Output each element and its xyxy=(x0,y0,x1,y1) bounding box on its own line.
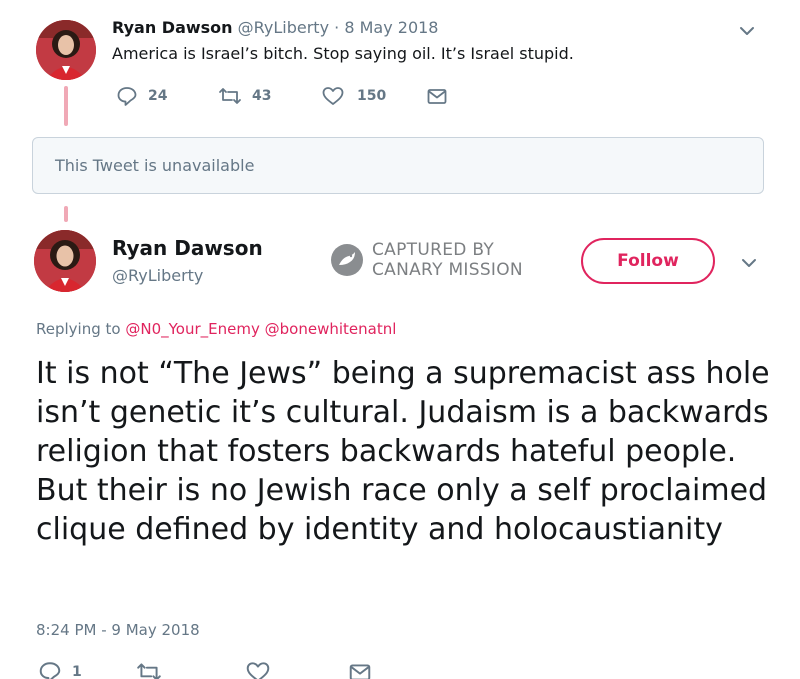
dm-button[interactable] xyxy=(348,660,372,679)
replying-to: Replying to @N0_Your_Enemy @bonewhitenat… xyxy=(36,320,396,338)
like-count: 150 xyxy=(357,88,387,104)
mention-link[interactable]: @N0_Your_Enemy xyxy=(125,320,260,338)
dm-button[interactable] xyxy=(426,84,448,108)
retweet-button[interactable] xyxy=(136,660,162,679)
reply-count: 1 xyxy=(72,664,82,679)
like-icon xyxy=(322,87,344,105)
chevron-down-icon[interactable] xyxy=(738,252,760,274)
chevron-down-icon[interactable] xyxy=(736,20,758,42)
unavailable-text: This Tweet is unavailable xyxy=(55,156,255,175)
canary-logo-icon xyxy=(331,244,363,276)
tweet-header: Ryan Dawson @RyLiberty · 8 May 2018 xyxy=(112,18,438,37)
separator: · xyxy=(334,18,340,37)
like-icon xyxy=(246,662,270,679)
follow-button[interactable]: Follow xyxy=(581,238,715,284)
dm-icon xyxy=(427,89,447,104)
dm-icon xyxy=(349,664,371,679)
author-handle[interactable]: @RyLiberty xyxy=(112,266,203,285)
watermark-line1: CAPTURED BY xyxy=(372,240,495,260)
reply-button[interactable]: 24 xyxy=(116,84,167,108)
reply-icon xyxy=(117,87,137,106)
author-name[interactable]: Ryan Dawson xyxy=(112,18,233,37)
thread-line xyxy=(64,86,68,126)
tweet-text: It is not “The Jews” being a supremacist… xyxy=(36,356,770,547)
tweet-date[interactable]: 8 May 2018 xyxy=(344,18,438,37)
watermark-line2: CANARY MISSION xyxy=(372,260,523,280)
retweet-button[interactable]: 43 xyxy=(218,84,271,108)
canary-mission-watermark: CAPTURED BY CANARY MISSION xyxy=(330,240,523,280)
avatar[interactable] xyxy=(36,20,96,80)
reply-button[interactable]: 1 xyxy=(38,660,82,679)
thread-line xyxy=(64,206,68,222)
tweet-text: America is Israel’s bitch. Stop saying o… xyxy=(112,44,574,63)
reply-icon xyxy=(39,662,61,679)
retweet-icon xyxy=(137,663,161,679)
mention-link[interactable]: @bonewhitenatnl xyxy=(265,320,397,338)
like-button[interactable]: 150 xyxy=(321,84,386,108)
reply-count: 24 xyxy=(148,88,168,104)
author-name[interactable]: Ryan Dawson xyxy=(112,236,263,260)
retweet-icon xyxy=(219,88,241,104)
avatar[interactable] xyxy=(34,230,96,292)
replying-prefix: Replying to xyxy=(36,320,121,338)
author-handle[interactable]: @RyLiberty xyxy=(238,18,329,37)
like-button[interactable] xyxy=(245,660,271,679)
tweet-timestamp[interactable]: 8:24 PM - 9 May 2018 xyxy=(36,621,200,639)
unavailable-tweet-card: This Tweet is unavailable xyxy=(32,137,764,194)
retweet-count: 43 xyxy=(252,88,272,104)
